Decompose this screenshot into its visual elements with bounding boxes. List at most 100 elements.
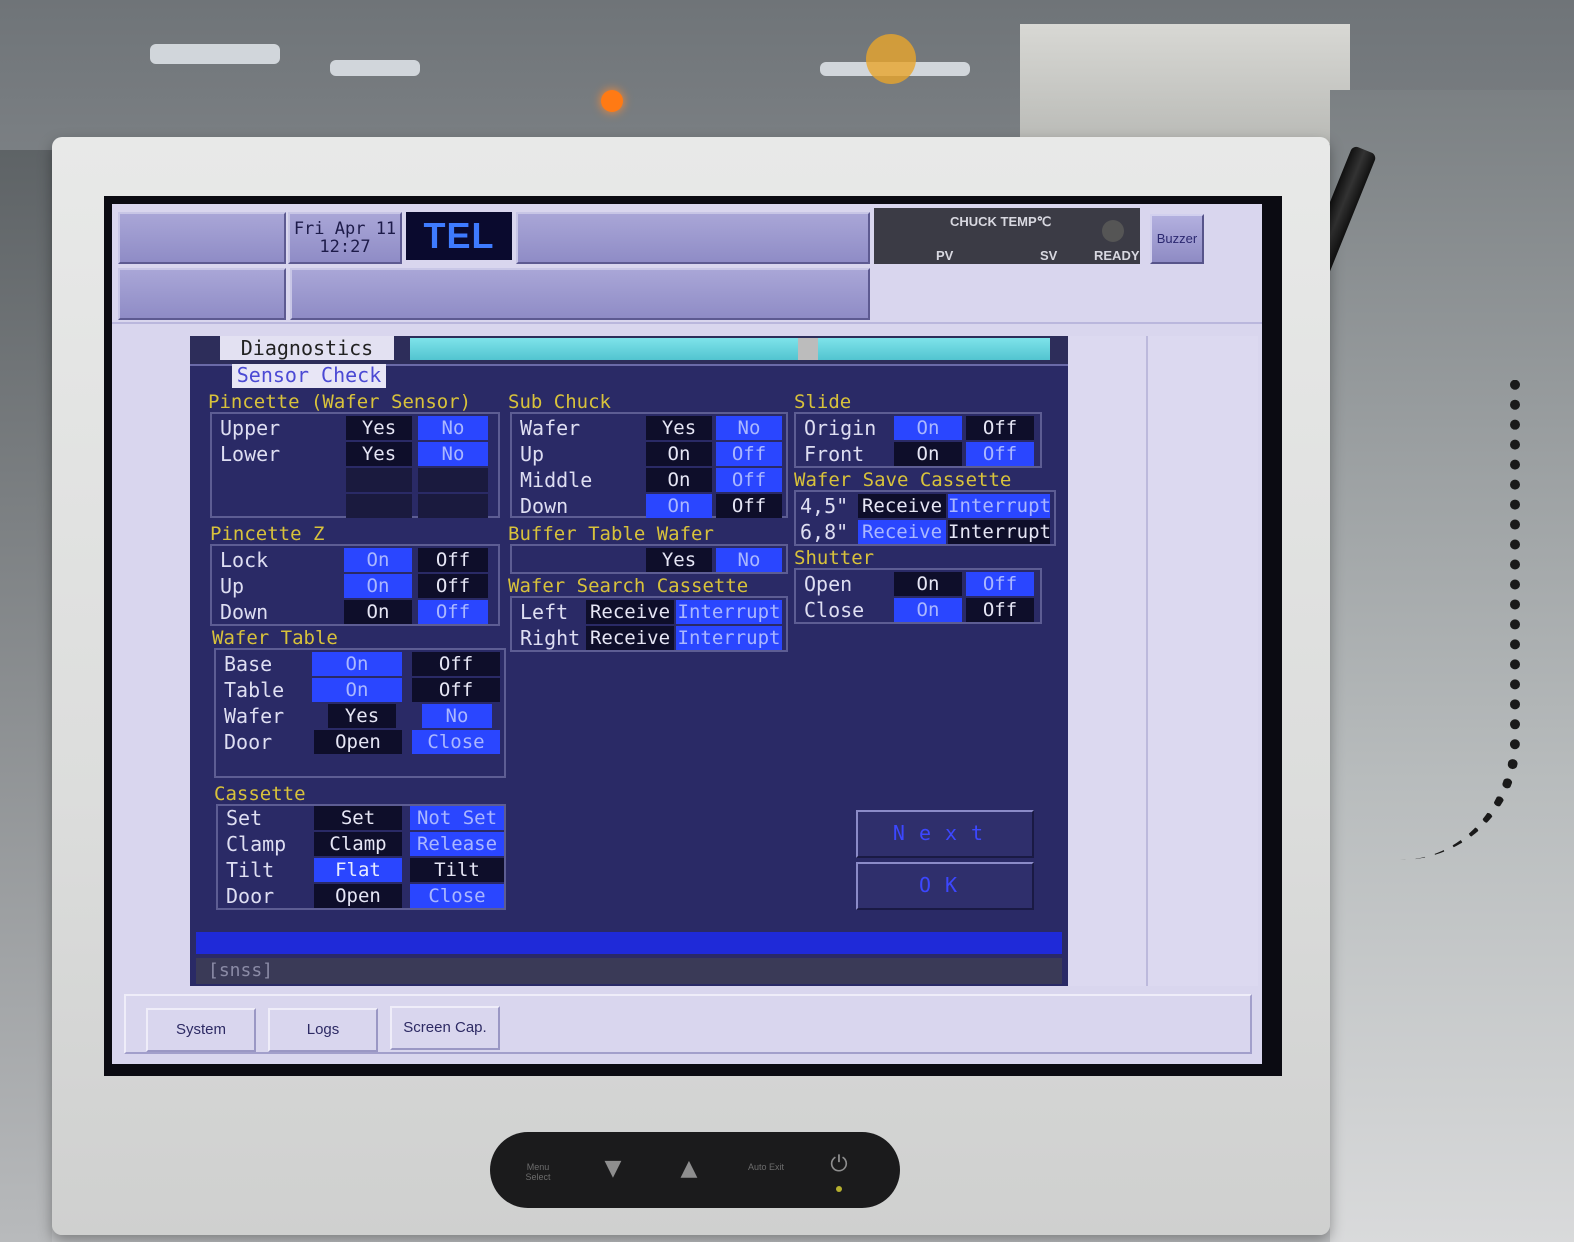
- row-label-clamp: Clamp: [226, 832, 287, 856]
- 6-8-interrupt-indicator[interactable]: Interrupt: [948, 520, 1051, 544]
- ok-button[interactable]: OK: [856, 862, 1034, 910]
- tab-sensor-check[interactable]: Sensor Check: [232, 364, 386, 388]
- sub-up-on-indicator[interactable]: On: [646, 442, 712, 466]
- ceiling-light: [150, 44, 280, 64]
- up-arrow-icon[interactable]: ▲: [674, 1156, 704, 1181]
- flat-indicator[interactable]: Flat: [314, 858, 402, 882]
- touchscreen-display: Fri Apr 11 12:27 TEL CHUCK TEMP℃ PV SV R…: [112, 204, 1262, 1064]
- power-led-indicator: [836, 1186, 842, 1192]
- shutter-close-off-indicator[interactable]: Off: [966, 598, 1034, 622]
- next-button[interactable]: Next: [856, 810, 1034, 858]
- tab-diagnostics[interactable]: Diagnostics: [220, 336, 394, 360]
- front-off-indicator[interactable]: Off: [966, 442, 1034, 466]
- table-on-indicator[interactable]: On: [312, 678, 402, 702]
- section-title-shutter: Shutter: [794, 547, 875, 569]
- pv-label: PV: [936, 248, 954, 263]
- tilt-indicator[interactable]: Tilt: [410, 858, 504, 882]
- lower-yes-indicator[interactable]: Yes: [346, 442, 412, 466]
- sub-middle-off-indicator[interactable]: Off: [716, 468, 782, 492]
- row-label-up: Up: [220, 574, 245, 598]
- up-on-indicator[interactable]: On: [344, 574, 412, 598]
- section-title-buffer-table-wafer: Buffer Table Wafer: [508, 523, 714, 545]
- left-interrupt-indicator[interactable]: Interrupt: [676, 600, 782, 624]
- date-text: Fri Apr 11: [293, 219, 397, 239]
- section-title-pincette-z: Pincette Z: [210, 523, 325, 545]
- right-interrupt-indicator[interactable]: Interrupt: [676, 626, 782, 650]
- logs-button[interactable]: Logs: [268, 1008, 378, 1052]
- row-label-tilt: Tilt: [226, 858, 275, 882]
- status-bar: [196, 932, 1062, 954]
- 6-8-receive-indicator[interactable]: Receive: [858, 520, 946, 544]
- header-divider: [112, 322, 1262, 324]
- menu-select-button[interactable]: Menu Select: [518, 1162, 558, 1182]
- buffer-yes-indicator[interactable]: Yes: [646, 548, 712, 572]
- power-icon[interactable]: ⏻: [824, 1152, 854, 1177]
- door-close-indicator[interactable]: Close: [412, 730, 500, 754]
- origin-on-indicator[interactable]: On: [894, 416, 962, 440]
- down-off-indicator[interactable]: Off: [418, 600, 488, 624]
- background-equipment: [1020, 24, 1350, 144]
- lower-no-indicator[interactable]: No: [418, 442, 488, 466]
- auto-exit-button[interactable]: Auto Exit: [746, 1162, 786, 1172]
- section-title-pincette-wafer-sensor: Pincette (Wafer Sensor): [208, 391, 472, 413]
- door-open-indicator[interactable]: Open: [314, 730, 402, 754]
- row-label-origin: Origin: [804, 416, 877, 440]
- section-title-slide: Slide: [794, 391, 852, 413]
- base-on-indicator[interactable]: On: [312, 652, 402, 676]
- row-label-down: Down: [220, 600, 269, 624]
- up-off-indicator[interactable]: Off: [418, 574, 488, 598]
- command-input[interactable]: [snss]: [196, 958, 1062, 984]
- upper-yes-indicator[interactable]: Yes: [346, 416, 412, 440]
- right-receive-indicator[interactable]: Receive: [586, 626, 674, 650]
- clamp-indicator[interactable]: Clamp: [314, 832, 402, 856]
- shutter-open-off-indicator[interactable]: Off: [966, 572, 1034, 596]
- lock-on-indicator[interactable]: On: [344, 548, 412, 572]
- not-set-indicator[interactable]: Not Set: [410, 806, 504, 830]
- sub-wafer-no-indicator[interactable]: No: [716, 416, 782, 440]
- row-label-4-5-inch: 4,5": [800, 494, 849, 518]
- upper-no-indicator[interactable]: No: [418, 416, 488, 440]
- sub-wafer-yes-indicator[interactable]: Yes: [646, 416, 712, 440]
- front-on-indicator[interactable]: On: [894, 442, 962, 466]
- 4-5-receive-indicator[interactable]: Receive: [858, 494, 946, 518]
- buzzer-button[interactable]: Buzzer: [1150, 214, 1204, 264]
- section-title-wafer-table: Wafer Table: [212, 627, 338, 649]
- row-label-sub-down: Down: [520, 494, 569, 518]
- buffer-table-wafer-box: Yes No: [510, 544, 788, 574]
- sub-down-off-indicator[interactable]: Off: [716, 494, 782, 518]
- origin-off-indicator[interactable]: Off: [966, 416, 1034, 440]
- progress-strip-left: [410, 338, 798, 360]
- row-label-cassette-door: Door: [226, 884, 275, 908]
- tel-logo: TEL: [406, 212, 512, 260]
- row-label-table: Table: [224, 678, 285, 702]
- cassette-door-open-indicator[interactable]: Open: [314, 884, 402, 908]
- section-title-cassette: Cassette: [214, 783, 306, 805]
- row-label-left: Left: [520, 600, 569, 624]
- lock-off-indicator[interactable]: Off: [418, 548, 488, 572]
- table-off-indicator[interactable]: Off: [412, 678, 500, 702]
- set-indicator[interactable]: Set: [314, 806, 402, 830]
- left-receive-indicator[interactable]: Receive: [586, 600, 674, 624]
- wafer-save-cassette-box: 4,5" Receive Interrupt 6,8" Receive Inte…: [794, 490, 1056, 546]
- shutter-open-on-indicator[interactable]: On: [894, 572, 962, 596]
- cassette-door-close-indicator[interactable]: Close: [410, 884, 504, 908]
- shutter-close-on-indicator[interactable]: On: [894, 598, 962, 622]
- progress-strip-marker: [798, 338, 818, 360]
- sub-up-off-indicator[interactable]: Off: [716, 442, 782, 466]
- screen-cap-button[interactable]: Screen Cap.: [390, 1006, 500, 1050]
- sub-middle-on-indicator[interactable]: On: [646, 468, 712, 492]
- release-indicator[interactable]: Release: [410, 832, 504, 856]
- base-off-indicator[interactable]: Off: [412, 652, 500, 676]
- empty-indicator: [418, 494, 488, 518]
- orange-beacon: [866, 34, 916, 84]
- sub-down-on-indicator[interactable]: On: [646, 494, 712, 518]
- down-arrow-icon[interactable]: ▼: [598, 1156, 628, 1181]
- chuck-temp-panel: CHUCK TEMP℃ PV SV READY: [874, 208, 1140, 264]
- system-button[interactable]: System: [146, 1008, 256, 1052]
- wafer-yes-indicator[interactable]: Yes: [328, 704, 396, 728]
- buffer-no-indicator[interactable]: No: [716, 548, 782, 572]
- down-on-indicator[interactable]: On: [344, 600, 412, 624]
- 4-5-interrupt-indicator[interactable]: Interrupt: [948, 494, 1051, 518]
- monitor-control-strip: Menu Select ▼ ▲ Auto Exit ⏻: [490, 1132, 900, 1208]
- wafer-no-indicator[interactable]: No: [422, 704, 492, 728]
